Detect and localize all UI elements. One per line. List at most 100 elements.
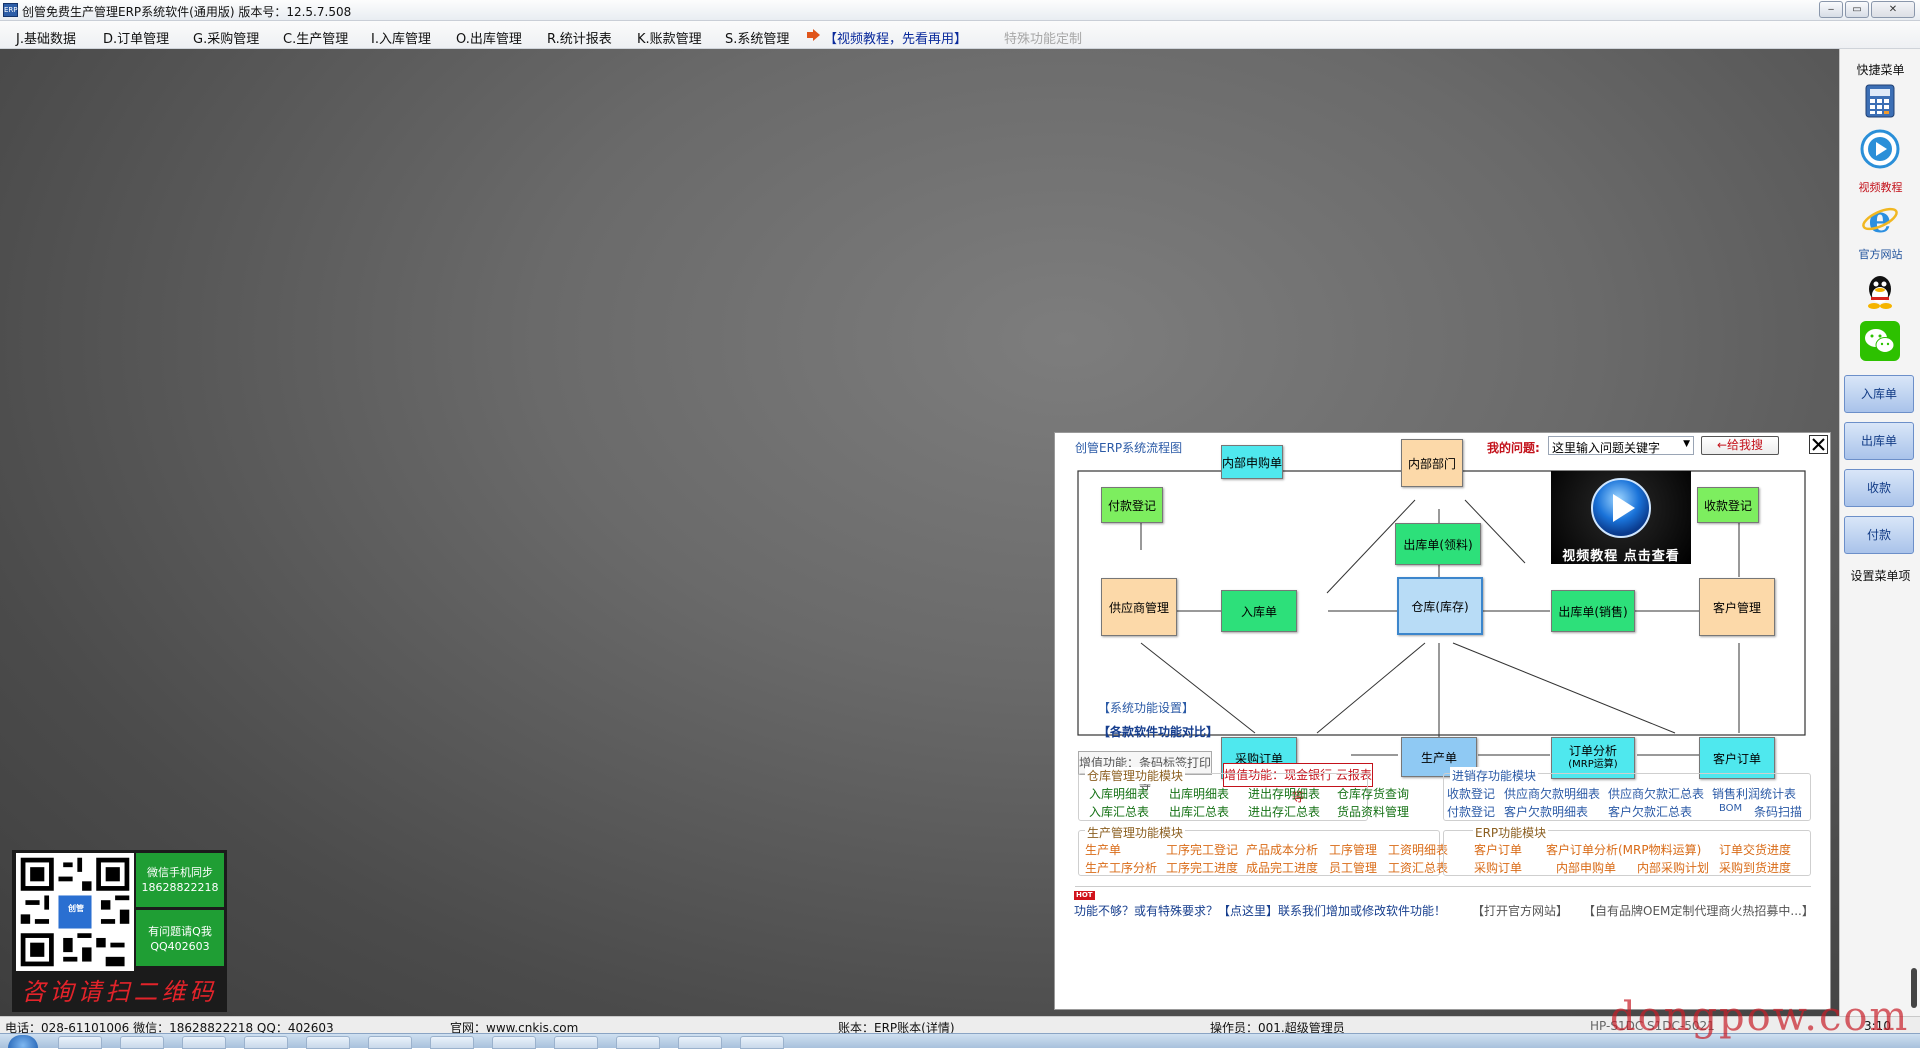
link-inout-detail[interactable]: 进出存明细表 xyxy=(1248,785,1320,802)
link-wage-detail[interactable]: 工资明细表 xyxy=(1388,841,1448,858)
menu-outbound[interactable]: O.出库管理 xyxy=(456,28,522,47)
open-official-site-link[interactable]: 【打开官方网站】 xyxy=(1472,902,1568,919)
qq-icon[interactable] xyxy=(1860,271,1900,311)
node-outbound-sale[interactable]: 出库单(销售) xyxy=(1551,590,1635,632)
link-barcode-scan[interactable]: 条码扫描 xyxy=(1754,803,1802,820)
footer-divider xyxy=(1075,886,1811,887)
start-orb-icon[interactable] xyxy=(8,1035,38,1048)
taskbar-item-9[interactable] xyxy=(554,1036,598,1049)
link-wage-summary[interactable]: 工资汇总表 xyxy=(1388,859,1448,876)
link-item-manage[interactable]: 货品资料管理 xyxy=(1337,803,1409,820)
question-search-text: 这里输入问题关键字 xyxy=(1552,441,1661,455)
link-mrp-analysis[interactable]: 客户订单分析(MRP物料运算) xyxy=(1546,841,1701,858)
system-settings-link[interactable]: 【系统功能设置】 xyxy=(1098,699,1194,716)
link-process-register[interactable]: 工序完工登记 xyxy=(1166,841,1238,858)
video-tutorial-label[interactable]: 视频教程 xyxy=(1840,179,1920,195)
close-button[interactable]: ✕ xyxy=(1871,1,1915,18)
menu-video-tutorial[interactable]: 【视频教程，先看再用】 xyxy=(824,28,967,47)
link-stock-query[interactable]: 仓库存货查询 xyxy=(1337,785,1409,802)
video-play-icon[interactable] xyxy=(1860,129,1900,169)
wechat-icon[interactable] xyxy=(1860,321,1900,361)
menu-purchase[interactable]: G.采购管理 xyxy=(193,28,259,47)
video-thumbnail[interactable]: 视频教程 点击查看 xyxy=(1551,471,1691,564)
taskbar-item-11[interactable] xyxy=(678,1036,722,1049)
link-internal-purchase-plan[interactable]: 内部采购计划 xyxy=(1637,859,1709,876)
link-cost-analysis[interactable]: 产品成本分析 xyxy=(1246,841,1318,858)
link-sales-profit[interactable]: 销售利润统计表 xyxy=(1712,785,1796,802)
link-customer-order[interactable]: 客户订单 xyxy=(1474,841,1522,858)
menu-reports[interactable]: R.统计报表 xyxy=(547,28,612,47)
menu-production[interactable]: C.生产管理 xyxy=(283,28,348,47)
quick-inbound-button[interactable]: 入库单 xyxy=(1844,375,1914,413)
settings-menu-item[interactable]: 设置菜单项 xyxy=(1840,567,1920,584)
arrow-right-icon xyxy=(807,29,820,41)
quick-payment-button[interactable]: 付款 xyxy=(1844,516,1914,554)
quick-outbound-button[interactable]: 出库单 xyxy=(1844,422,1914,460)
link-customer-debt-detail[interactable]: 客户欠款明细表 xyxy=(1504,803,1588,820)
taskbar-item-10[interactable] xyxy=(616,1036,660,1049)
link-inout-summary[interactable]: 进出存汇总表 xyxy=(1248,803,1320,820)
link-outbound-summary[interactable]: 出库汇总表 xyxy=(1169,803,1229,820)
taskbar-item-8[interactable] xyxy=(492,1036,536,1049)
quick-receipt-button[interactable]: 收款 xyxy=(1844,469,1914,507)
compare-link[interactable]: 【各款软件功能对比】 xyxy=(1098,723,1218,740)
node-customer[interactable]: 客户管理 xyxy=(1699,578,1775,636)
link-production-order[interactable]: 生产单 xyxy=(1085,841,1121,858)
question-search-combobox[interactable]: 这里输入问题关键字 ▼ xyxy=(1548,436,1694,455)
link-arrival-progress[interactable]: 采购到货进度 xyxy=(1719,859,1791,876)
menu-system[interactable]: S.系统管理 xyxy=(725,28,789,47)
link-purchase-order[interactable]: 采购订单 xyxy=(1474,859,1522,876)
taskbar-item-5[interactable] xyxy=(306,1036,350,1049)
link-supplier-debt-summary[interactable]: 供应商欠款汇总表 xyxy=(1608,785,1704,802)
node-inbound[interactable]: 入库单 xyxy=(1221,590,1297,632)
feature-request-link[interactable]: 功能不够？或有特殊要求？【点这里】联系我们增加或修改软件功能！ xyxy=(1074,902,1446,919)
search-button[interactable]: ←给我搜 xyxy=(1701,436,1779,455)
link-process-analysis[interactable]: 生产工序分析 xyxy=(1085,859,1157,876)
play-button-icon xyxy=(1591,478,1651,538)
link-process-progress[interactable]: 工序完工进度 xyxy=(1166,859,1238,876)
link-payment-register[interactable]: 付款登记 xyxy=(1447,803,1495,820)
link-bom[interactable]: BOM xyxy=(1719,803,1742,814)
node-warehouse[interactable]: 仓库(库存) xyxy=(1397,577,1483,635)
restore-button[interactable]: ▭ xyxy=(1845,1,1869,18)
node-internal-dept[interactable]: 内部部门 xyxy=(1401,439,1463,487)
oem-agent-link[interactable]: 【自有品牌OEM定制代理商火热招募中...】 xyxy=(1583,902,1814,919)
node-outbound-pick[interactable]: 出库单(领料) xyxy=(1395,523,1481,565)
node-internal-request[interactable]: 内部申购单 xyxy=(1221,445,1283,479)
link-internal-request[interactable]: 内部申购单 xyxy=(1556,859,1616,876)
link-process-manage[interactable]: 工序管理 xyxy=(1329,841,1377,858)
taskbar-item-6[interactable] xyxy=(368,1036,412,1049)
official-site-label[interactable]: 官方网站 xyxy=(1840,246,1920,262)
minimize-button[interactable]: ‒ xyxy=(1819,1,1843,18)
link-outbound-detail[interactable]: 出库明细表 xyxy=(1169,785,1229,802)
taskbar-item-4[interactable] xyxy=(244,1036,288,1049)
qr-logo: 创管 xyxy=(68,904,84,913)
ie-browser-icon[interactable]: e xyxy=(1860,199,1900,239)
close-x-icon[interactable] xyxy=(1809,435,1828,454)
link-inbound-summary[interactable]: 入库汇总表 xyxy=(1089,803,1149,820)
taskbar-item-2[interactable] xyxy=(120,1036,164,1049)
node-payment[interactable]: 付款登记 xyxy=(1101,487,1163,523)
chevron-down-icon[interactable]: ▼ xyxy=(1683,439,1690,449)
link-supplier-debt-detail[interactable]: 供应商欠款明细表 xyxy=(1504,785,1600,802)
link-finished-progress[interactable]: 成品完工进度 xyxy=(1246,859,1318,876)
link-inbound-detail[interactable]: 入库明细表 xyxy=(1089,785,1149,802)
production-section-title: 生产管理功能模块 xyxy=(1085,824,1186,841)
link-receipt-register[interactable]: 收款登记 xyxy=(1447,785,1495,802)
taskbar-item-12[interactable] xyxy=(740,1036,784,1049)
link-customer-debt-summary[interactable]: 客户欠款汇总表 xyxy=(1608,803,1692,820)
menu-order[interactable]: D.订单管理 xyxy=(103,28,169,47)
node-receipt[interactable]: 收款登记 xyxy=(1697,487,1759,523)
link-delivery-progress[interactable]: 订单交货进度 xyxy=(1719,841,1791,858)
taskbar-item-7[interactable] xyxy=(430,1036,474,1049)
taskbar-item-1[interactable] xyxy=(58,1036,102,1049)
scroll-thumb[interactable] xyxy=(1911,968,1917,1008)
menu-special-custom[interactable]: 特殊功能定制 xyxy=(1004,28,1082,47)
link-employee-manage[interactable]: 员工管理 xyxy=(1329,859,1377,876)
menu-accounts[interactable]: K.账款管理 xyxy=(637,28,702,47)
menu-basic-data[interactable]: J.基础数据 xyxy=(16,28,76,47)
node-supplier[interactable]: 供应商管理 xyxy=(1101,578,1177,636)
calculator-icon[interactable] xyxy=(1860,81,1900,121)
taskbar-item-3[interactable] xyxy=(182,1036,226,1049)
menu-inbound[interactable]: I.入库管理 xyxy=(371,28,431,47)
